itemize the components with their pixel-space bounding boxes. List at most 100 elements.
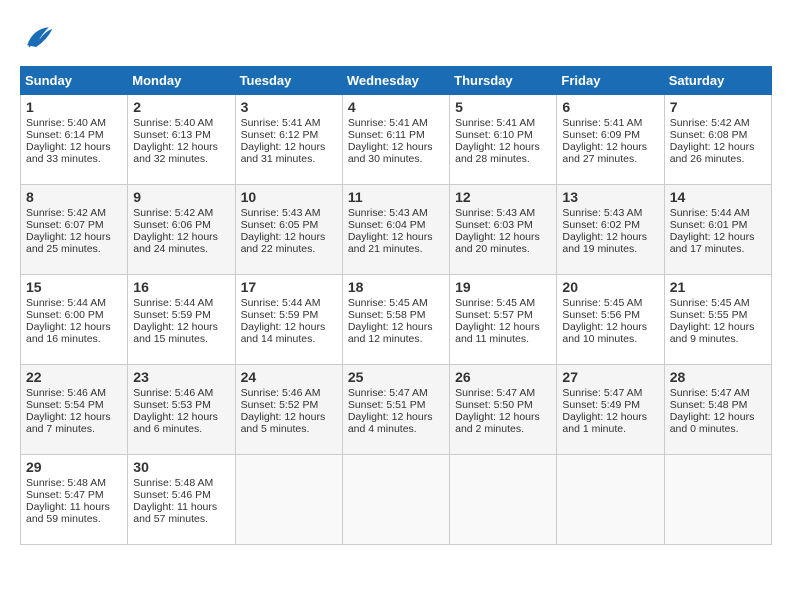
calendar-cell: 17Sunrise: 5:44 AMSunset: 5:59 PMDayligh… bbox=[235, 275, 342, 365]
day-number: 6 bbox=[562, 99, 658, 115]
day-info: Sunset: 5:49 PM bbox=[562, 399, 658, 411]
day-info: and 30 minutes. bbox=[348, 153, 444, 165]
day-info: Sunset: 5:51 PM bbox=[348, 399, 444, 411]
weekday-header-monday: Monday bbox=[128, 67, 235, 95]
logo bbox=[20, 20, 62, 56]
calendar-cell: 4Sunrise: 5:41 AMSunset: 6:11 PMDaylight… bbox=[342, 95, 449, 185]
weekday-header-sunday: Sunday bbox=[21, 67, 128, 95]
day-info: Sunset: 6:05 PM bbox=[241, 219, 337, 231]
day-info: Sunrise: 5:43 AM bbox=[562, 207, 658, 219]
calendar-table: SundayMondayTuesdayWednesdayThursdayFrid… bbox=[20, 66, 772, 545]
day-info: Daylight: 12 hours bbox=[348, 411, 444, 423]
day-info: and 6 minutes. bbox=[133, 423, 229, 435]
day-info: and 16 minutes. bbox=[26, 333, 122, 345]
day-number: 30 bbox=[133, 459, 229, 475]
day-info: Daylight: 12 hours bbox=[670, 411, 766, 423]
day-info: Sunset: 5:57 PM bbox=[455, 309, 551, 321]
day-info: and 33 minutes. bbox=[26, 153, 122, 165]
day-info: Sunset: 5:53 PM bbox=[133, 399, 229, 411]
day-info: Sunset: 6:04 PM bbox=[348, 219, 444, 231]
day-info: Sunrise: 5:41 AM bbox=[455, 117, 551, 129]
day-number: 23 bbox=[133, 369, 229, 385]
calendar-week-2: 8Sunrise: 5:42 AMSunset: 6:07 PMDaylight… bbox=[21, 185, 772, 275]
day-number: 26 bbox=[455, 369, 551, 385]
day-info: Sunset: 5:58 PM bbox=[348, 309, 444, 321]
day-number: 7 bbox=[670, 99, 766, 115]
day-number: 13 bbox=[562, 189, 658, 205]
day-info: Sunset: 5:59 PM bbox=[133, 309, 229, 321]
day-info: Sunset: 6:00 PM bbox=[26, 309, 122, 321]
day-info: and 24 minutes. bbox=[133, 243, 229, 255]
day-info: Daylight: 12 hours bbox=[348, 231, 444, 243]
day-number: 28 bbox=[670, 369, 766, 385]
day-info: Sunrise: 5:41 AM bbox=[348, 117, 444, 129]
day-info: and 32 minutes. bbox=[133, 153, 229, 165]
day-info: and 14 minutes. bbox=[241, 333, 337, 345]
calendar-cell: 25Sunrise: 5:47 AMSunset: 5:51 PMDayligh… bbox=[342, 365, 449, 455]
calendar-cell: 1Sunrise: 5:40 AMSunset: 6:14 PMDaylight… bbox=[21, 95, 128, 185]
calendar-cell: 20Sunrise: 5:45 AMSunset: 5:56 PMDayligh… bbox=[557, 275, 664, 365]
day-info: Sunset: 5:55 PM bbox=[670, 309, 766, 321]
day-info: Sunset: 5:59 PM bbox=[241, 309, 337, 321]
calendar-cell bbox=[235, 455, 342, 545]
calendar-cell: 12Sunrise: 5:43 AMSunset: 6:03 PMDayligh… bbox=[450, 185, 557, 275]
day-info: Daylight: 12 hours bbox=[26, 321, 122, 333]
day-info: Daylight: 12 hours bbox=[455, 231, 551, 243]
calendar-cell: 27Sunrise: 5:47 AMSunset: 5:49 PMDayligh… bbox=[557, 365, 664, 455]
day-number: 27 bbox=[562, 369, 658, 385]
day-number: 1 bbox=[26, 99, 122, 115]
day-info: and 21 minutes. bbox=[348, 243, 444, 255]
page-header bbox=[20, 20, 772, 56]
calendar-week-4: 22Sunrise: 5:46 AMSunset: 5:54 PMDayligh… bbox=[21, 365, 772, 455]
calendar-cell: 8Sunrise: 5:42 AMSunset: 6:07 PMDaylight… bbox=[21, 185, 128, 275]
day-info: and 28 minutes. bbox=[455, 153, 551, 165]
day-info: Sunset: 6:06 PM bbox=[133, 219, 229, 231]
day-info: Daylight: 12 hours bbox=[348, 141, 444, 153]
day-number: 11 bbox=[348, 189, 444, 205]
day-info: Sunset: 5:48 PM bbox=[670, 399, 766, 411]
day-info: Daylight: 12 hours bbox=[562, 141, 658, 153]
day-number: 29 bbox=[26, 459, 122, 475]
day-info: Daylight: 12 hours bbox=[133, 411, 229, 423]
day-number: 12 bbox=[455, 189, 551, 205]
weekday-header-wednesday: Wednesday bbox=[342, 67, 449, 95]
day-number: 14 bbox=[670, 189, 766, 205]
day-number: 3 bbox=[241, 99, 337, 115]
day-info: Sunset: 6:01 PM bbox=[670, 219, 766, 231]
day-info: Sunrise: 5:40 AM bbox=[26, 117, 122, 129]
calendar-cell: 28Sunrise: 5:47 AMSunset: 5:48 PMDayligh… bbox=[664, 365, 771, 455]
day-info: Sunrise: 5:45 AM bbox=[348, 297, 444, 309]
day-info: Daylight: 11 hours bbox=[26, 501, 122, 513]
day-info: Daylight: 12 hours bbox=[241, 231, 337, 243]
day-info: and 59 minutes. bbox=[26, 513, 122, 525]
calendar-cell bbox=[557, 455, 664, 545]
calendar-cell: 6Sunrise: 5:41 AMSunset: 6:09 PMDaylight… bbox=[557, 95, 664, 185]
day-info: and 26 minutes. bbox=[670, 153, 766, 165]
calendar-cell: 11 Sunrise: 5:43 AMSunset: 6:04 PMDayligh… bbox=[342, 185, 449, 275]
day-info: and 1 minute. bbox=[562, 423, 658, 435]
calendar-cell: 2Sunrise: 5:40 AMSunset: 6:13 PMDaylight… bbox=[128, 95, 235, 185]
day-info: Sunrise: 5:41 AM bbox=[562, 117, 658, 129]
weekday-header-saturday: Saturday bbox=[664, 67, 771, 95]
weekday-header-friday: Friday bbox=[557, 67, 664, 95]
day-info: Sunrise: 5:47 AM bbox=[348, 387, 444, 399]
day-number: 17 bbox=[241, 279, 337, 295]
day-number: 10 bbox=[241, 189, 337, 205]
calendar-cell: 19Sunrise: 5:45 AMSunset: 5:57 PMDayligh… bbox=[450, 275, 557, 365]
day-info: Sunrise: 5:43 AM bbox=[348, 207, 444, 219]
day-info: and 11 minutes. bbox=[455, 333, 551, 345]
day-info: Sunrise: 5:44 AM bbox=[670, 207, 766, 219]
day-info: and 57 minutes. bbox=[133, 513, 229, 525]
day-info: Daylight: 12 hours bbox=[670, 321, 766, 333]
day-info: and 25 minutes. bbox=[26, 243, 122, 255]
calendar-cell: 16Sunrise: 5:44 AMSunset: 5:59 PMDayligh… bbox=[128, 275, 235, 365]
day-info: Sunrise: 5:48 AM bbox=[26, 477, 122, 489]
day-info: Sunset: 5:50 PM bbox=[455, 399, 551, 411]
day-info: Sunrise: 5:46 AM bbox=[133, 387, 229, 399]
weekday-header-tuesday: Tuesday bbox=[235, 67, 342, 95]
day-info: Sunrise: 5:45 AM bbox=[455, 297, 551, 309]
calendar-week-5: 29Sunrise: 5:48 AMSunset: 5:47 PMDayligh… bbox=[21, 455, 772, 545]
day-info: Sunset: 6:12 PM bbox=[241, 129, 337, 141]
day-info: Daylight: 12 hours bbox=[26, 141, 122, 153]
day-info: Sunset: 6:02 PM bbox=[562, 219, 658, 231]
